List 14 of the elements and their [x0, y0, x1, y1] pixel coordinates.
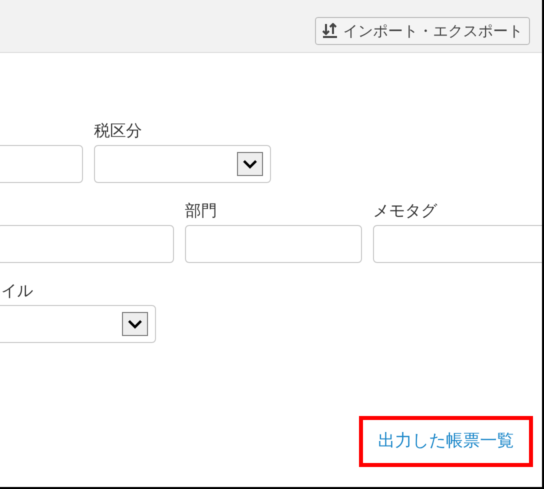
- field-label: メモタグ: [373, 203, 437, 219]
- field-label: 税区分: [94, 123, 142, 139]
- input-field[interactable]: [0, 225, 174, 263]
- input-field[interactable]: [185, 225, 362, 263]
- report-list-link[interactable]: 出力した帳票一覧: [359, 416, 533, 467]
- chevron-down-icon: [122, 312, 148, 336]
- chevron-down-icon: [237, 152, 263, 176]
- select-field[interactable]: [94, 145, 271, 183]
- import-export-button[interactable]: インポート・エクスポート: [315, 17, 530, 45]
- input-field[interactable]: [373, 225, 542, 263]
- sort-arrows-icon: [322, 23, 338, 39]
- field-label: 部門: [185, 203, 217, 219]
- select-field[interactable]: [0, 305, 156, 343]
- field-label: イル: [1, 283, 33, 299]
